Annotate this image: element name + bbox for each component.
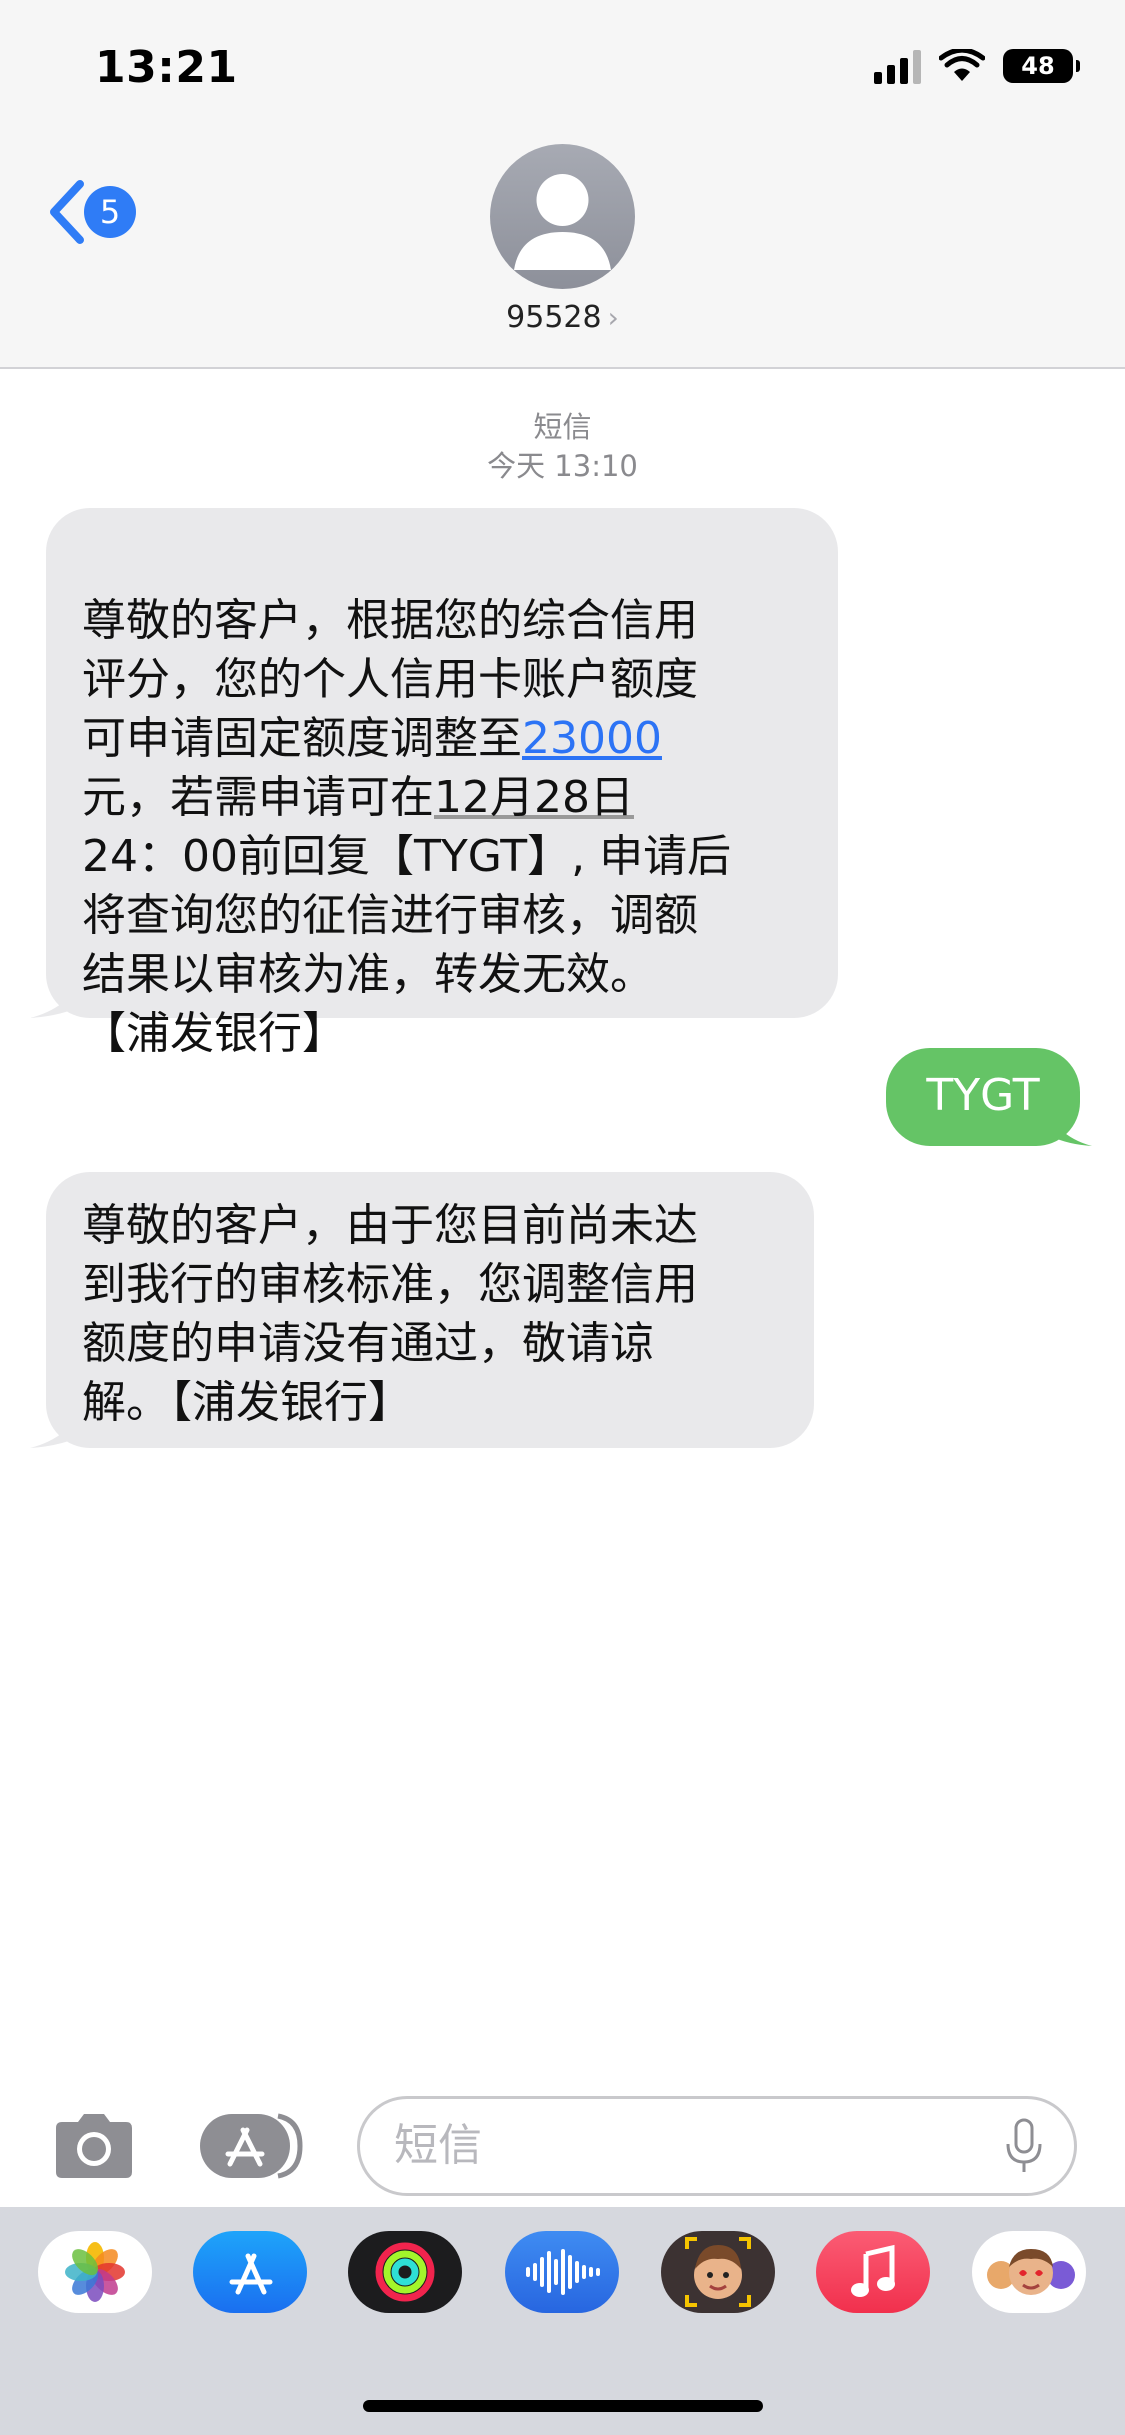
unread-count-badge: 5 [84, 186, 136, 238]
thread-timestamp: 今天 13:10 [487, 449, 638, 483]
memoji-stickers-icon [987, 2249, 1075, 2295]
camera-icon[interactable] [50, 2112, 138, 2180]
status-time: 13:21 [95, 42, 238, 93]
contact-number: 95528 [506, 300, 602, 335]
person-icon [514, 174, 611, 270]
battery-indicator: 48 [1003, 49, 1080, 83]
incoming-message-2[interactable]: 尊敬的客户，由于您目前尚未达 到我行的审核标准，您调整信用 额度的申请没有通过，… [46, 1172, 814, 1448]
thread-service-label: 短信 [533, 410, 592, 444]
activity-rings-icon [375, 2242, 435, 2302]
app-store-app-icon[interactable] [193, 2231, 307, 2313]
amount-link[interactable]: 23000 [522, 713, 662, 764]
contact-name[interactable]: 95528 › [0, 300, 1125, 335]
app-store-icon [229, 2253, 273, 2295]
animoji-stickers-app-icon[interactable] [972, 2231, 1086, 2313]
memoji-icon [685, 2237, 751, 2307]
memoji-app-icon[interactable] [661, 2231, 775, 2313]
home-indicator[interactable] [363, 2400, 763, 2412]
date-link[interactable]: 12月28日 [434, 772, 634, 823]
input-placeholder: 短信 [394, 2120, 482, 2171]
contact-avatar[interactable] [490, 144, 635, 289]
photos-app-icon[interactable] [38, 2231, 152, 2313]
voice-memos-app-icon[interactable] [505, 2231, 619, 2313]
microphone-icon[interactable] [1004, 2118, 1044, 2174]
message-text: 元，若需申请可在 [82, 772, 434, 823]
app-drawer-icon[interactable] [200, 2112, 308, 2180]
fitness-app-icon[interactable] [348, 2231, 462, 2313]
chevron-right-icon: › [607, 301, 619, 334]
message-input[interactable]: 短信 [357, 2096, 1077, 2196]
music-note-icon [851, 2244, 895, 2297]
incoming-message-1[interactable]: 尊敬的客户，根据您的综合信用 评分，您的个人信用卡账户额度 可申请固定额度调整至… [46, 508, 838, 1057]
music-app-icon[interactable] [816, 2231, 930, 2313]
back-button[interactable]: 5 [46, 178, 136, 246]
status-icons: 48 [874, 48, 1080, 84]
cellular-signal-icon [874, 48, 921, 84]
outgoing-message-1[interactable]: TYGT [886, 1048, 1080, 1146]
waveform-icon [526, 2249, 600, 2295]
message-text: 24：00前回复【TYGT】, 申请后 将查询您的征信进行审核，调额 结果以审核… [82, 831, 732, 1059]
wifi-icon [939, 49, 985, 81]
photos-icon [65, 2242, 125, 2302]
